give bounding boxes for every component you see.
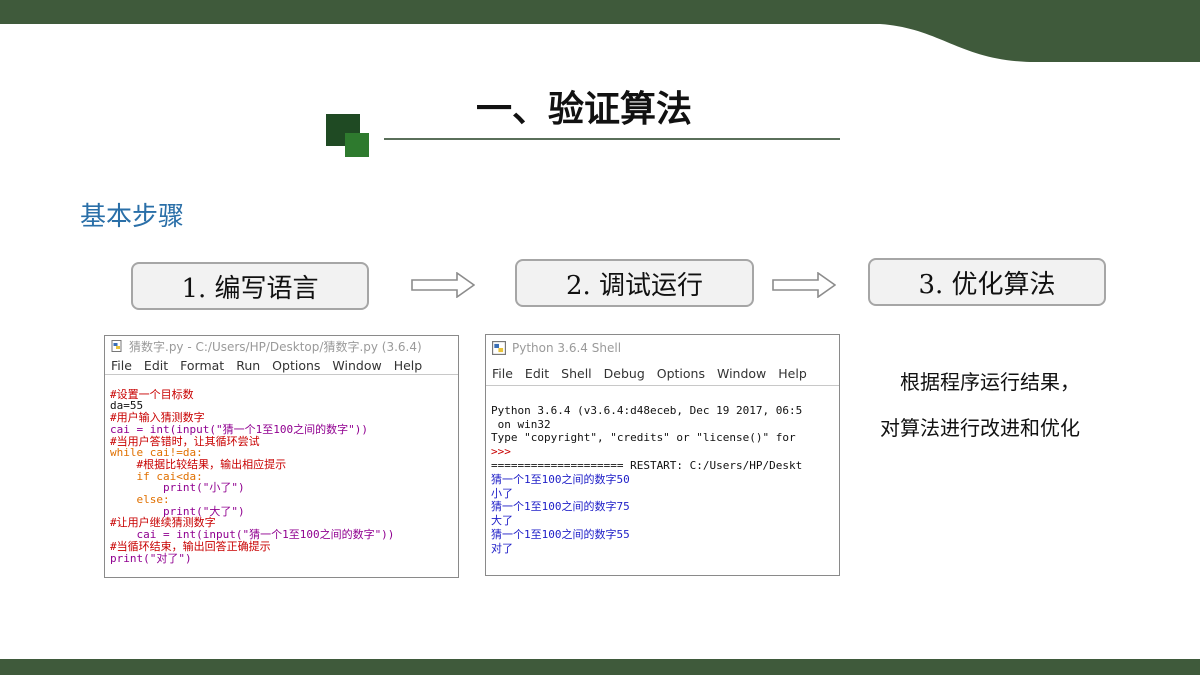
python-file-icon <box>111 340 122 352</box>
shell-title: Python 3.6.4 Shell <box>512 341 622 355</box>
output-line: on win32 <box>491 417 551 431</box>
note-line-2: 对算法进行改进和优化 <box>880 416 1080 440</box>
title-square-light <box>345 133 369 157</box>
page-title: 一、验证算法 <box>475 89 692 130</box>
editor-titlebar[interactable]: 猜数字.py - C:/Users/HP/Desktop/猜数字.py (3.6… <box>105 336 458 356</box>
menu-debug[interactable]: Debug <box>604 366 645 381</box>
note-line-1: 根据程序运行结果， <box>900 370 1080 394</box>
output-line: Python 3.6.4 (v3.6.4:d48eceb, Dec 19 201… <box>491 403 803 417</box>
idle-editor-window: 猜数字.py - C:/Users/HP/Desktop/猜数字.py (3.6… <box>104 335 459 578</box>
code-line: cai = int(input("猜一个1至100之间的数字")) <box>110 422 368 436</box>
menu-options[interactable]: Options <box>657 366 705 381</box>
menu-file[interactable]: File <box>111 358 132 373</box>
editor-title: 猜数字.py - C:/Users/HP/Desktop/猜数字.py (3.6… <box>129 339 422 354</box>
bottom-decor-band <box>0 659 1200 675</box>
code-line: else: <box>110 493 170 507</box>
code-line: #当循环结束，输出回答正确提示 <box>110 539 271 553</box>
menu-format[interactable]: Format <box>180 358 224 373</box>
menu-file[interactable]: File <box>492 366 513 381</box>
code-line: print("对了") <box>110 551 192 565</box>
output-line: 大了 <box>491 514 513 528</box>
output-line: 小了 <box>491 486 513 500</box>
code-line: #根据比较结果，输出相应提示 <box>110 457 287 471</box>
code-area[interactable]: #设置一个目标数 da=55 #用户输入猜测数字 cai = int(input("猜… <box>105 375 458 590</box>
arrow-right-icon <box>772 272 836 298</box>
editor-menubar: File Edit Format Run Options Window Help <box>105 356 458 375</box>
menu-help[interactable]: Help <box>778 366 807 381</box>
menu-options[interactable]: Options <box>272 358 320 373</box>
arrow-right-icon <box>411 272 475 298</box>
shell-output-area[interactable]: Python 3.6.4 (v3.6.4:d48eceb, Dec 19 201… <box>486 386 839 585</box>
section-subtitle: 基本步骤 <box>80 202 185 232</box>
menu-window[interactable]: Window <box>332 358 381 373</box>
step-optimize: 3. 优化算法 <box>868 258 1106 306</box>
output-line: ==================== RESTART: C:/Users/H… <box>491 458 803 472</box>
top-decor-band <box>0 0 1200 62</box>
menu-run[interactable]: Run <box>236 358 260 373</box>
menu-help[interactable]: Help <box>394 358 423 373</box>
output-line: 猜一个1至100之间的数字75 <box>491 500 630 514</box>
menu-edit[interactable]: Edit <box>525 366 549 381</box>
menu-window[interactable]: Window <box>717 366 766 381</box>
shell-titlebar[interactable]: Python 3.6.4 Shell <box>486 335 839 361</box>
title-underline <box>384 138 840 140</box>
output-line: 对了 <box>491 541 513 555</box>
output-line: 猜一个1至100之间的数字50 <box>491 472 630 486</box>
step-write-code: 1. 编写语言 <box>131 262 369 310</box>
menu-edit[interactable]: Edit <box>144 358 168 373</box>
output-line: Type "copyright", "credits" or "license(… <box>491 431 796 445</box>
python-shell-window: Python 3.6.4 Shell File Edit Shell Debug… <box>485 334 840 576</box>
menu-shell[interactable]: Shell <box>561 366 592 381</box>
shell-prompt: >>> <box>491 445 511 459</box>
shell-menubar: File Edit Shell Debug Options Window Hel… <box>486 361 839 386</box>
step-debug-run: 2. 调试运行 <box>515 259 754 307</box>
output-line: 猜一个1至100之间的数字55 <box>491 527 630 541</box>
python-shell-icon <box>492 341 506 355</box>
code-line: #设置一个目标数 <box>110 387 194 401</box>
